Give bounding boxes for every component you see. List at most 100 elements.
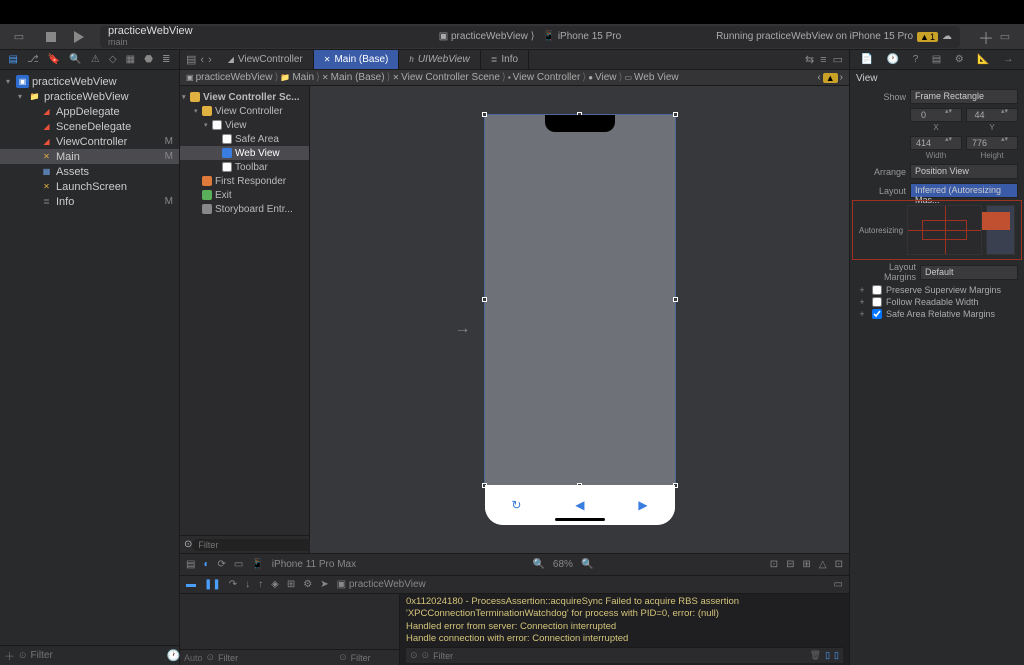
outline-scene-header[interactable]: View Controller Sc...	[203, 92, 300, 103]
project-navigator-icon[interactable]: ▤	[9, 54, 18, 65]
orientation-icon[interactable]: ⟳	[218, 559, 226, 570]
clock-icon[interactable]: 🕐	[167, 649, 181, 662]
x-field[interactable]: 0▴▾	[910, 108, 962, 122]
back-button[interactable]: ‹	[200, 54, 204, 66]
y-field[interactable]: 44▴▾	[966, 108, 1018, 122]
test-icon[interactable]: ◇	[109, 54, 117, 65]
tab-main-base-[interactable]: ✕Main (Base)	[314, 50, 400, 69]
nav-item-assets[interactable]: ▦Assets	[0, 164, 179, 179]
step-out-icon[interactable]: ↑	[258, 579, 263, 590]
plus-icon[interactable]: +	[856, 285, 868, 295]
arrange-dropdown[interactable]: Position View	[910, 164, 1018, 179]
issue-icon[interactable]: ⚠	[91, 54, 100, 65]
step-into-icon[interactable]: ↓	[245, 579, 250, 590]
forward-nav-icon[interactable]: ▶	[638, 498, 647, 512]
web-view-element[interactable]	[485, 115, 675, 485]
zoom-level[interactable]: 68%	[553, 559, 573, 570]
preserve-margins-checkbox[interactable]	[872, 285, 882, 295]
outline-exit[interactable]: Exit	[180, 188, 309, 202]
variables-scope[interactable]: Auto	[184, 653, 203, 663]
warning-badge[interactable]: ▲1	[917, 32, 938, 42]
outline-web-view[interactable]: Web View	[180, 146, 309, 160]
find-icon[interactable]: 🔍	[69, 54, 81, 65]
pause-icon[interactable]: ❚❚	[204, 579, 221, 590]
report-icon[interactable]: ≣	[162, 54, 170, 65]
outline-first-responder[interactable]: First Responder	[180, 174, 309, 188]
interface-builder-canvas[interactable]: → ↻	[310, 86, 849, 553]
location-icon[interactable]: ➤	[320, 579, 328, 590]
bc-forward-icon[interactable]: ›	[840, 72, 843, 83]
pin-icon[interactable]: ⊞	[803, 559, 811, 570]
stop-button[interactable]	[40, 27, 62, 47]
trash-icon[interactable]: 🗑	[810, 650, 821, 661]
console-filter-input[interactable]	[433, 651, 806, 661]
debug-panel-toggle-icon[interactable]: ▭	[834, 579, 843, 590]
sidebar-toggle-icon[interactable]: ▭	[8, 27, 30, 47]
tab-viewcontroller[interactable]: ◢ViewController	[218, 50, 314, 69]
run-button[interactable]	[68, 27, 90, 47]
cloud-icon[interactable]: ☁	[942, 31, 952, 42]
breadcrumb-item[interactable]: Main	[292, 72, 314, 83]
align-icon[interactable]: ⊟	[786, 559, 794, 570]
size-inspector-icon[interactable]: 📐	[977, 54, 989, 65]
breadcrumb-item[interactable]: Main (Base)	[331, 72, 385, 83]
breadcrumb-item[interactable]: View Controller Scene	[401, 72, 500, 83]
device-label[interactable]: iPhone 11 Pro Max	[272, 559, 356, 570]
step-over-icon[interactable]: ↷	[229, 579, 237, 590]
appearance-icon[interactable]: ◐	[203, 559, 209, 570]
entry-point-arrow[interactable]: →	[455, 320, 471, 338]
breadcrumb-item[interactable]: View Controller	[513, 72, 581, 83]
adjust-editor-icon[interactable]: ⇆	[805, 53, 814, 66]
related-items-icon[interactable]: ▤	[186, 53, 196, 66]
source-control-icon[interactable]: ⎇	[27, 54, 39, 65]
editor-options-icon[interactable]: ≡	[820, 54, 826, 66]
add-editor-icon[interactable]: ▭	[833, 53, 843, 66]
tab-uiwebview[interactable]: hUIWebView	[399, 50, 480, 69]
console-scope-icon[interactable]: ⊙	[410, 650, 418, 661]
file-inspector-icon[interactable]: 📄	[861, 54, 873, 65]
breakpoint-icon[interactable]: ⬣	[144, 54, 153, 65]
show-dropdown[interactable]: Frame Rectangle	[910, 89, 1018, 104]
nav-item-main[interactable]: ✕MainM	[0, 149, 179, 164]
navigator-filter-input[interactable]	[31, 650, 163, 661]
inspector-toggle-icon[interactable]: ▭	[994, 27, 1016, 47]
library-button[interactable]: ＋	[978, 25, 994, 49]
plus-icon[interactable]: +	[856, 309, 868, 319]
console-panel-left-icon[interactable]: ▯	[825, 650, 830, 661]
debug-target[interactable]: practiceWebView	[349, 579, 426, 590]
outline-safe-area[interactable]: Safe Area	[180, 132, 309, 146]
safe-area-checkbox[interactable]	[872, 309, 882, 319]
nav-item-practicewebview[interactable]: ▾▣practiceWebView	[0, 74, 179, 89]
constraints-icon-1[interactable]: ⊡	[770, 559, 778, 570]
identity-inspector-icon[interactable]: ▤	[932, 54, 941, 65]
outline-view-controller[interactable]: ▾View Controller	[180, 104, 309, 118]
connections-inspector-icon[interactable]: →	[1003, 54, 1013, 65]
destination-selector[interactable]: iPhone 15 Pro	[558, 31, 621, 42]
plus-icon[interactable]: +	[856, 297, 868, 307]
outline-toggle-icon[interactable]: ▤	[186, 559, 195, 570]
help-inspector-icon[interactable]: ?	[913, 54, 919, 65]
history-inspector-icon[interactable]: 🕐	[887, 54, 899, 65]
outline-toolbar[interactable]: Toolbar	[180, 160, 309, 174]
nav-item-info[interactable]: ≣InfoM	[0, 194, 179, 209]
refresh-icon[interactable]: ↻	[511, 498, 521, 512]
scheme-selector[interactable]: practiceWebView	[451, 31, 528, 42]
bc-warning-icon[interactable]: ▲	[823, 73, 838, 83]
nav-item-launchscreen[interactable]: ✕LaunchScreen	[0, 179, 179, 194]
bc-back-icon[interactable]: ‹	[817, 72, 820, 83]
console-panel-right-icon[interactable]: ▯	[834, 650, 839, 661]
nav-item-viewcontroller[interactable]: ◢ViewControllerM	[0, 134, 179, 149]
autoresizing-control[interactable]	[907, 205, 982, 255]
nav-item-practicewebview[interactable]: ▾📁practiceWebView	[0, 89, 179, 104]
height-field[interactable]: 776▴▾	[966, 136, 1018, 150]
hide-debug-icon[interactable]: ▬	[186, 579, 196, 590]
forward-button[interactable]: ›	[208, 54, 212, 66]
resolve-icon[interactable]: △	[819, 559, 827, 570]
tab-info[interactable]: ≣Info	[481, 50, 529, 69]
zoom-out-icon[interactable]: 🔍	[532, 559, 544, 570]
bookmark-icon[interactable]: 🔖	[48, 54, 60, 65]
memory-graph-icon[interactable]: ⊞	[287, 579, 295, 590]
outline-view[interactable]: ▾View	[180, 118, 309, 132]
breadcrumb-item[interactable]: practiceWebView	[196, 72, 273, 83]
variables-filter-input[interactable]	[218, 653, 335, 663]
